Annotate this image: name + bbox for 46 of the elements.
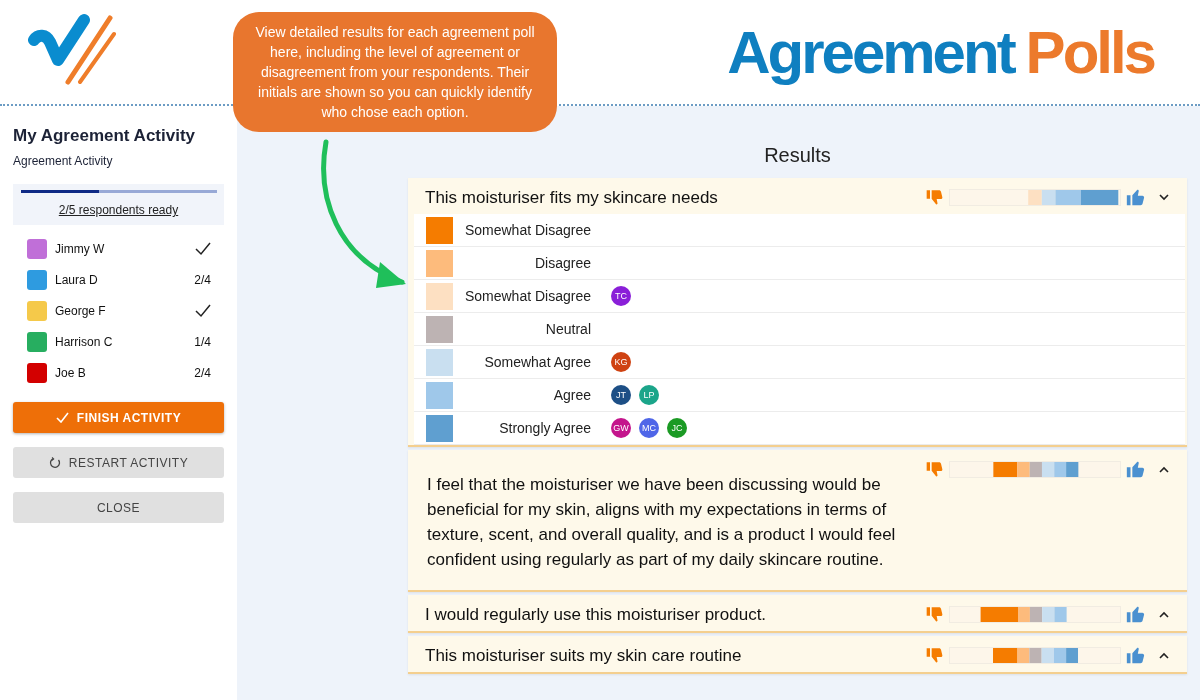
chevron-up-icon[interactable] xyxy=(1159,610,1169,618)
option-label: Somewhat Disagree xyxy=(463,288,591,304)
page-title: Agreement Polls xyxy=(727,17,1154,87)
poll-question: This moisturiser fits my skincare needs xyxy=(425,187,719,209)
thumbs-down-icon xyxy=(925,459,945,479)
initials-avatar: JT xyxy=(611,385,631,405)
initials-avatar: JC xyxy=(667,418,687,438)
activity-title: My Agreement Activity xyxy=(13,126,196,146)
thumbs-down-icon xyxy=(925,604,945,624)
poll-question: This moisturiser suits my skin care routine xyxy=(425,645,743,667)
participant-status: 2/4 xyxy=(194,273,211,287)
callout-bubble: View detailed results for each agreement poll here, including the level of agreement or disagreement from your respondents. Their initials are shown so you can quickly identify who chose each option. xyxy=(233,12,557,132)
results-heading: Results xyxy=(763,144,832,167)
poll-question: I would regularly use this moisturiser product. xyxy=(425,604,768,626)
close-button[interactable]: CLOSE xyxy=(13,492,224,523)
activity-subtitle: Agreement Activity xyxy=(13,154,114,168)
participant-name: Laura D xyxy=(55,273,98,287)
option-label: Somewhat Disagree xyxy=(463,222,591,238)
progress-label: 2/5 respondents ready xyxy=(58,203,179,217)
initials-avatar: MC xyxy=(639,418,659,438)
refresh-icon xyxy=(48,456,61,469)
option-label: Somewhat Agree xyxy=(483,354,591,370)
participant-name: Joe B xyxy=(55,366,86,380)
option-label: Disagree xyxy=(533,255,591,271)
poll-question: I feel that the moisturiser we have been discussing would be beneficial for my skin, aligns with my expectations in terms of texture, scent, and overall quality, and is a product I would feel confident using regularly as part of my daily skincare routine. xyxy=(426,474,897,571)
option-label: Agree xyxy=(552,387,591,403)
initials-avatar: LP xyxy=(639,385,659,405)
chevron-down-icon[interactable] xyxy=(1159,193,1169,201)
check-icon xyxy=(195,304,211,318)
thumbs-down-icon xyxy=(925,645,945,665)
restart-button[interactable]: RESTART ACTIVITY xyxy=(13,447,224,478)
thumbs-down-icon xyxy=(925,187,945,207)
initials-avatar: GW xyxy=(611,418,631,438)
chevron-up-icon[interactable] xyxy=(1159,651,1169,659)
participant-name: Harrison C xyxy=(55,335,113,349)
initials-avatar: TC xyxy=(611,286,631,306)
participant-name: Jimmy W xyxy=(55,242,105,256)
option-label: Neutral xyxy=(544,321,591,337)
check-icon xyxy=(195,242,211,256)
participant-status: 1/4 xyxy=(194,335,211,349)
option-label: Strongly Agree xyxy=(498,420,591,436)
initials-avatar: KG xyxy=(611,352,631,372)
participant-status: 2/4 xyxy=(194,366,211,380)
check-icon xyxy=(55,412,69,423)
participant-name: George F xyxy=(55,304,106,318)
chevron-up-icon[interactable] xyxy=(1159,465,1169,473)
